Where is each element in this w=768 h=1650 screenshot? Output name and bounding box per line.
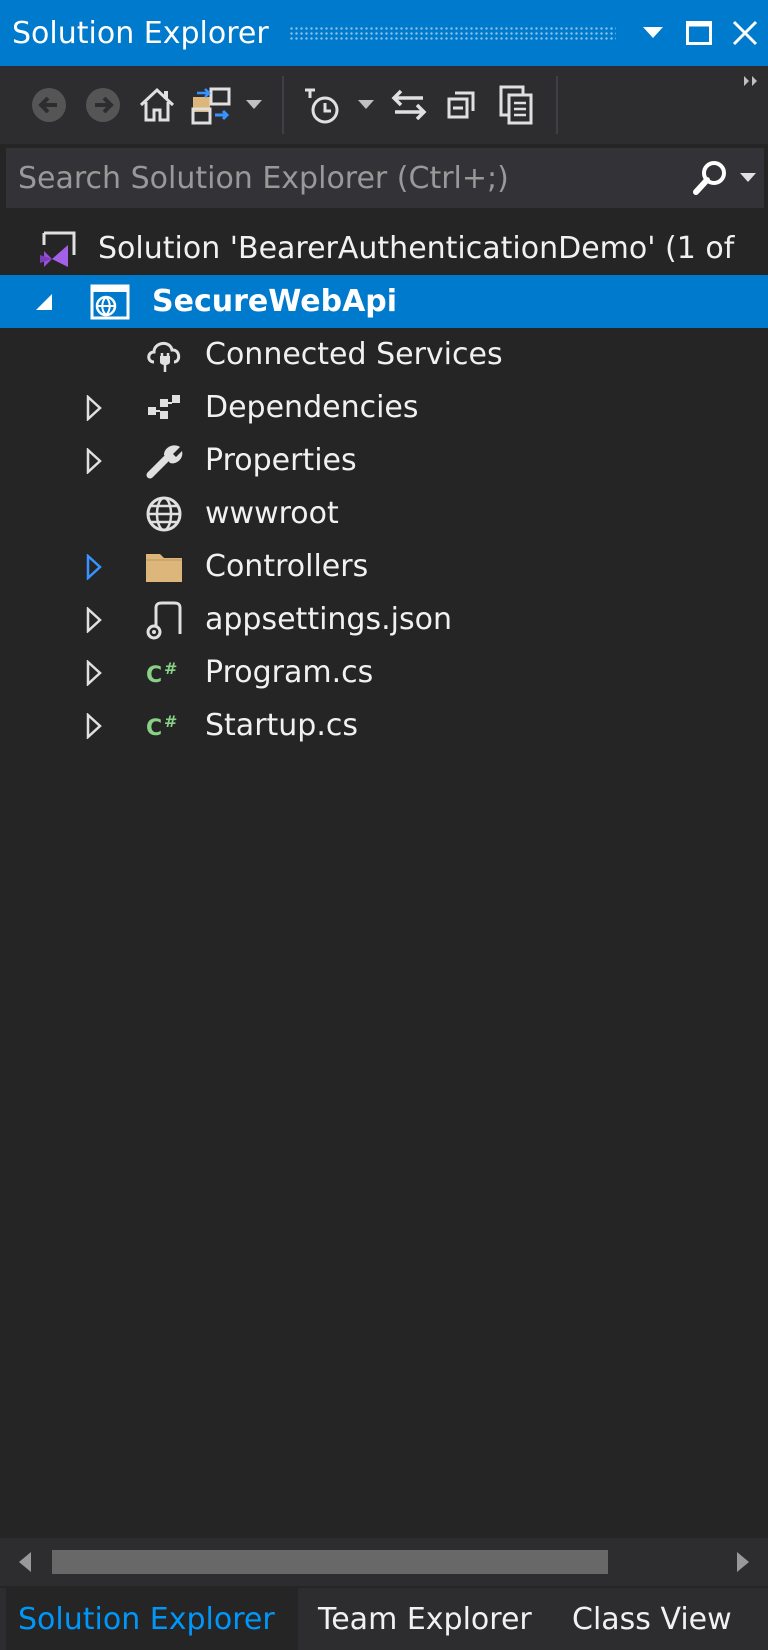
maximize-icon xyxy=(686,21,712,45)
dropdown-arrow-icon xyxy=(358,100,374,109)
solution-label: Solution 'BearerAuthenticationDemo' (1 o… xyxy=(98,231,735,266)
tab-team-explorer[interactable]: Team Explorer xyxy=(318,1588,532,1650)
svg-text:C: C xyxy=(146,663,162,688)
chevron-down-icon xyxy=(643,27,663,38)
tree-row-dependencies[interactable]: Dependencies xyxy=(0,381,768,434)
toolbar-separator xyxy=(556,76,558,134)
search-button[interactable] xyxy=(688,150,732,206)
folder-icon xyxy=(142,545,186,589)
window-title: Solution Explorer xyxy=(12,15,269,51)
web-project-icon xyxy=(88,280,132,324)
tree-row-connected-services[interactable]: Connected Services xyxy=(0,328,768,381)
tree-item-label: Connected Services xyxy=(205,337,503,372)
toolbar-separator xyxy=(282,76,284,134)
tab-solution-explorer[interactable]: Solution Explorer xyxy=(6,1588,298,1650)
svg-text:C: C xyxy=(146,716,162,741)
solution-tree: Solution 'BearerAuthenticationDemo' (1 o… xyxy=(0,222,768,752)
horizontal-scrollbar[interactable] xyxy=(0,1538,768,1586)
collapsed-triangle-icon[interactable] xyxy=(82,552,106,582)
search-icon xyxy=(693,161,726,195)
tree-row-controllers[interactable]: Controllers xyxy=(0,540,768,593)
sync-with-active-document-button[interactable] xyxy=(382,75,436,135)
pending-changes-filter-icon xyxy=(305,88,339,124)
back-icon xyxy=(32,88,66,122)
connected-services-icon xyxy=(142,333,186,377)
pending-changes-filter-button[interactable] xyxy=(296,75,350,135)
tool-window-tabs: Solution Explorer Team Explorer Class Vi… xyxy=(0,1588,768,1650)
tree-item-label: Program.cs xyxy=(205,655,374,690)
show-all-files-button[interactable] xyxy=(490,75,544,135)
forward-button[interactable] xyxy=(76,75,130,135)
tree-row-appsettings[interactable]: appsettings.json xyxy=(0,593,768,646)
tree-item-label: wwwroot xyxy=(205,496,339,531)
tree-item-label: Properties xyxy=(205,443,357,478)
tab-class-view[interactable]: Class View xyxy=(572,1588,732,1650)
json-file-icon xyxy=(142,598,186,642)
expanded-triangle-icon[interactable] xyxy=(32,287,56,317)
close-button[interactable] xyxy=(722,0,768,66)
title-bar: Solution Explorer xyxy=(0,0,768,66)
show-all-files-icon xyxy=(499,85,533,125)
search-input[interactable] xyxy=(6,149,688,207)
csharp-file-icon: C # xyxy=(142,651,186,695)
close-icon xyxy=(732,20,758,46)
tree-row-properties[interactable]: Properties xyxy=(0,434,768,487)
switch-views-button[interactable] xyxy=(184,75,238,135)
tree-row-project[interactable]: SecureWebApi xyxy=(0,275,768,328)
drag-grip[interactable] xyxy=(288,26,616,40)
globe-icon xyxy=(142,492,186,536)
svg-text:#: # xyxy=(164,659,177,678)
tree-item-label: Startup.cs xyxy=(205,708,359,743)
dropdown-arrow-icon xyxy=(246,100,262,109)
forward-icon xyxy=(86,88,120,122)
scroll-left-arrow-icon[interactable] xyxy=(18,1552,32,1576)
toolbar-overflow-button[interactable] xyxy=(742,72,760,91)
svg-text:#: # xyxy=(164,712,177,731)
search-box xyxy=(6,148,764,208)
tree-item-label: Dependencies xyxy=(205,390,419,425)
pending-changes-dropdown[interactable] xyxy=(350,75,382,135)
window-position-button[interactable] xyxy=(630,0,676,66)
home-button[interactable] xyxy=(130,75,184,135)
dependencies-icon xyxy=(142,386,186,430)
sync-with-active-document-icon xyxy=(391,89,427,121)
collapsed-triangle-icon[interactable] xyxy=(82,711,106,741)
tree-item-label: appsettings.json xyxy=(205,602,452,637)
scrollbar-thumb[interactable] xyxy=(52,1550,608,1574)
tree-row-wwwroot[interactable]: wwwroot xyxy=(0,487,768,540)
overflow-chevrons-icon xyxy=(744,76,757,86)
back-button[interactable] xyxy=(22,75,76,135)
home-icon xyxy=(139,87,175,122)
collapse-all-button[interactable] xyxy=(436,75,490,135)
csharp-file-icon: C # xyxy=(142,704,186,748)
switch-views-dropdown[interactable] xyxy=(238,75,270,135)
collapsed-triangle-icon[interactable] xyxy=(82,658,106,688)
switch-views-icon xyxy=(191,87,231,125)
collapse-all-icon xyxy=(447,91,475,119)
collapsed-triangle-icon[interactable] xyxy=(82,393,106,423)
tree-row-solution[interactable]: Solution 'BearerAuthenticationDemo' (1 o… xyxy=(0,222,768,275)
solution-icon xyxy=(36,227,80,271)
tree-row-program-cs[interactable]: C # Program.cs xyxy=(0,646,768,699)
tree-row-startup-cs[interactable]: C # Startup.cs xyxy=(0,699,768,752)
maximize-button[interactable] xyxy=(676,0,722,66)
collapsed-triangle-icon[interactable] xyxy=(82,446,106,476)
wrench-icon xyxy=(142,439,186,483)
collapsed-triangle-icon[interactable] xyxy=(82,605,106,635)
project-label: SecureWebApi xyxy=(152,284,398,319)
toolbar xyxy=(0,66,768,144)
dropdown-arrow-icon xyxy=(740,173,756,182)
search-options-dropdown[interactable] xyxy=(732,150,764,206)
tree-item-label: Controllers xyxy=(205,549,369,584)
scroll-right-arrow-icon[interactable] xyxy=(736,1552,750,1576)
